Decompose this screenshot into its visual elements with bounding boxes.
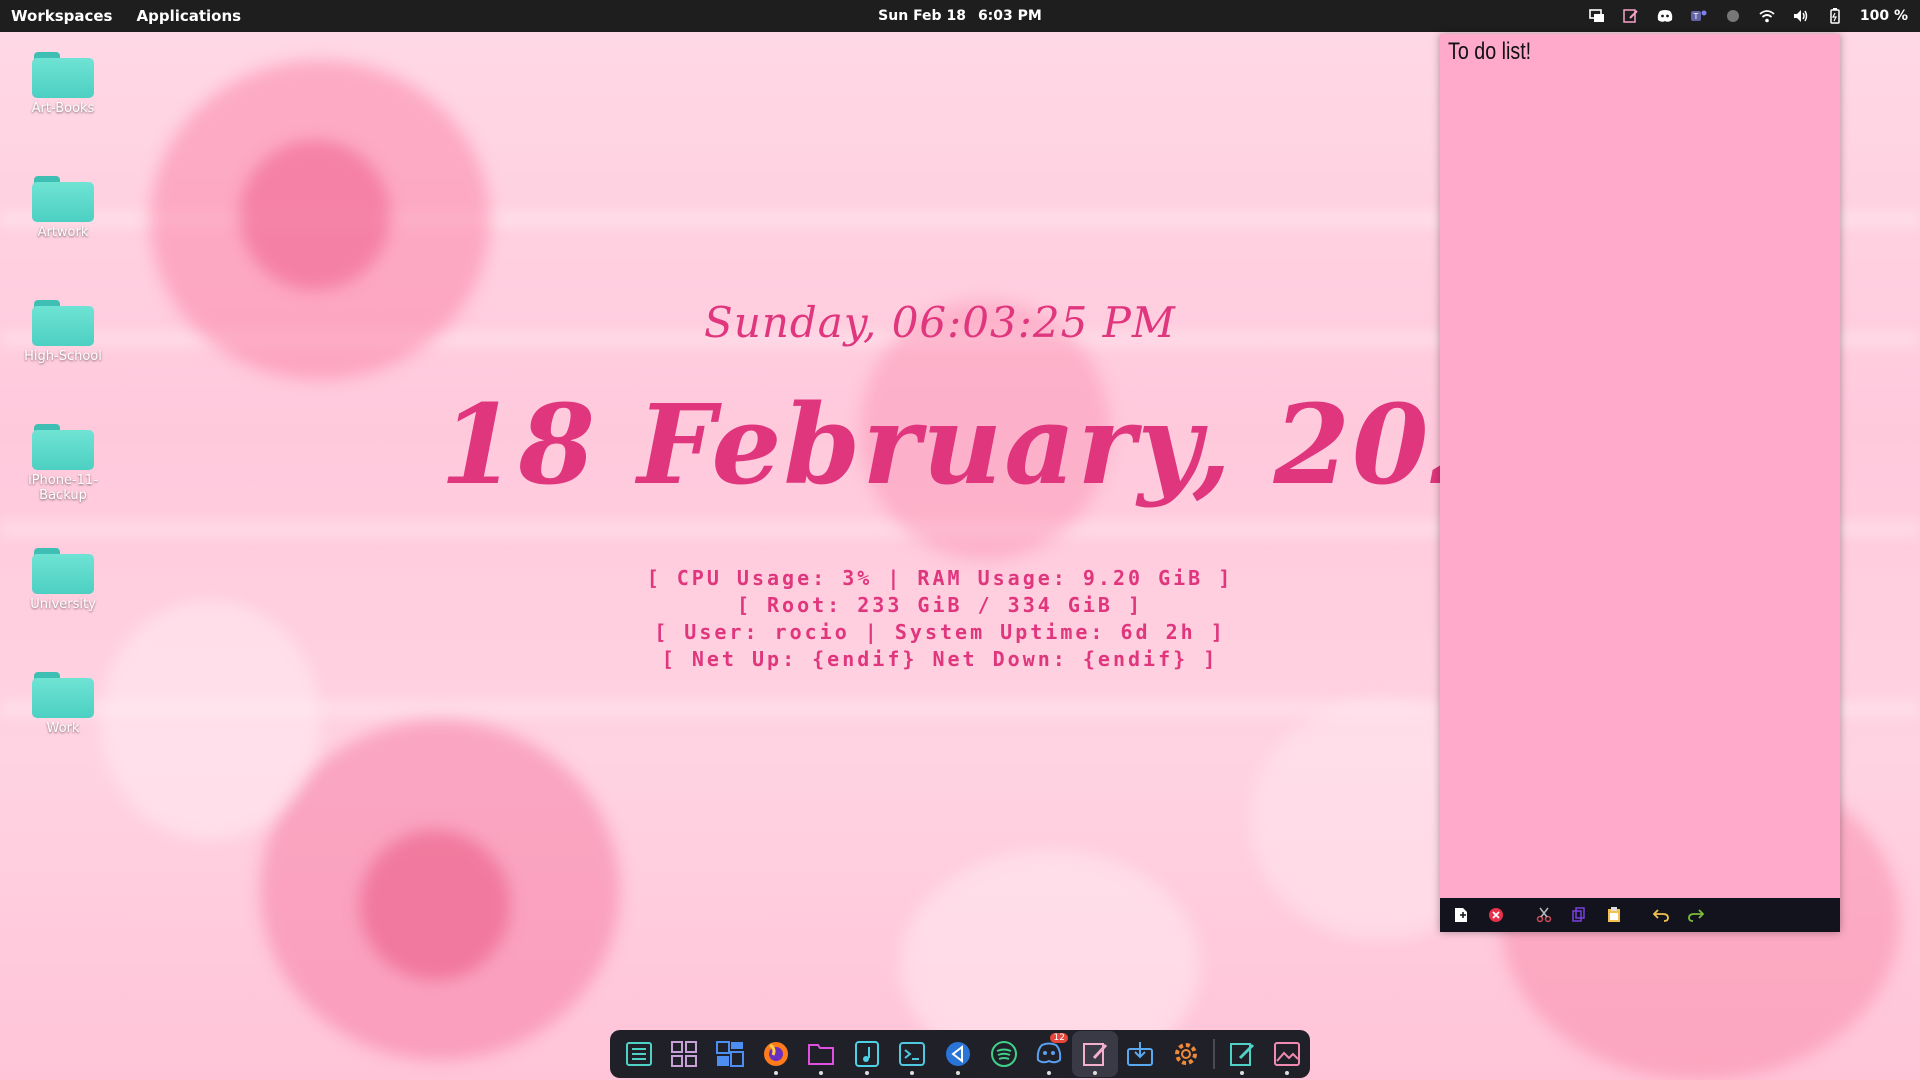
paste-icon[interactable] bbox=[1605, 906, 1623, 924]
firefox-icon[interactable] bbox=[753, 1031, 799, 1077]
redo-icon[interactable] bbox=[1687, 906, 1705, 924]
folder-icon bbox=[32, 424, 94, 470]
discord-icon[interactable]: 12 bbox=[1026, 1031, 1072, 1077]
vscode-icon[interactable] bbox=[935, 1031, 981, 1077]
folder-label: iPhone-11-Backup bbox=[28, 473, 98, 503]
clock-time: 6:03 PM bbox=[977, 8, 1042, 24]
conky-date: 18 February, 2024 bbox=[440, 380, 1588, 509]
teams-icon[interactable]: T bbox=[1690, 7, 1708, 25]
notification-badge: 12 bbox=[1050, 1033, 1068, 1043]
folder-icon bbox=[32, 548, 94, 594]
folder-label: High-School bbox=[24, 349, 102, 364]
folder-icon bbox=[32, 672, 94, 718]
desktop-folder-high-school[interactable]: High-School bbox=[8, 300, 118, 364]
text-editor-icon[interactable] bbox=[1219, 1031, 1265, 1077]
folder-label: Work bbox=[46, 721, 80, 736]
conky-stat-line: [ Net Up: {endif} Net Down: {endif} ] bbox=[661, 647, 1219, 671]
wifi-icon[interactable] bbox=[1758, 7, 1776, 25]
dock: 12 bbox=[610, 1030, 1310, 1078]
note-text[interactable]: To do list! bbox=[1448, 38, 1531, 66]
notes-icon[interactable] bbox=[1622, 7, 1640, 25]
copy-icon[interactable] bbox=[1570, 906, 1588, 924]
conky-stat-line: [ Root: 233 GiB / 334 GiB ] bbox=[736, 593, 1144, 617]
task-list-icon[interactable] bbox=[616, 1031, 662, 1077]
folder-label: Art-Books bbox=[31, 101, 95, 116]
software-install-icon[interactable] bbox=[1118, 1031, 1164, 1077]
folder-label: Artwork bbox=[37, 225, 89, 240]
desktop-folder-work[interactable]: Work bbox=[8, 672, 118, 736]
image-viewer-icon[interactable] bbox=[1264, 1031, 1310, 1077]
conky-time: Sunday, 06:03:25 PM bbox=[704, 298, 1176, 347]
volume-icon[interactable] bbox=[1792, 7, 1810, 25]
notes-icon[interactable] bbox=[1071, 1031, 1118, 1077]
undo-icon[interactable] bbox=[1652, 906, 1670, 924]
discord-icon[interactable] bbox=[1656, 7, 1674, 25]
folder-icon bbox=[32, 52, 94, 98]
spotify-icon[interactable] bbox=[981, 1031, 1027, 1077]
battery-percentage: 100 % bbox=[1859, 8, 1908, 24]
circle-status-icon[interactable] bbox=[1724, 7, 1742, 25]
desktop-folder-art-books[interactable]: Art-Books bbox=[8, 52, 118, 116]
desktop-folder-iphone-backup[interactable]: iPhone-11-Backup bbox=[8, 424, 118, 503]
settings-icon[interactable] bbox=[1163, 1031, 1209, 1077]
workspaces-icon[interactable] bbox=[707, 1031, 753, 1077]
note-toolbar bbox=[1440, 898, 1840, 932]
folder-icon bbox=[32, 176, 94, 222]
desktop-folder-university[interactable]: University bbox=[8, 548, 118, 612]
cut-icon[interactable] bbox=[1535, 906, 1553, 924]
desktop-folder-artwork[interactable]: Artwork bbox=[8, 176, 118, 240]
music-icon[interactable] bbox=[844, 1031, 890, 1077]
svg-text:T: T bbox=[1692, 12, 1698, 21]
screen-share-icon[interactable] bbox=[1588, 7, 1606, 25]
terminal-icon[interactable] bbox=[890, 1031, 936, 1077]
dock-separator bbox=[1212, 1039, 1215, 1069]
conky-stat-line: [ User: rocio | System Uptime: 6d 2h ] bbox=[654, 620, 1226, 644]
folder-icon bbox=[32, 300, 94, 346]
battery-icon[interactable] bbox=[1826, 7, 1844, 25]
clock-date: Sun Feb 18 bbox=[878, 8, 966, 24]
files-icon[interactable] bbox=[798, 1031, 844, 1077]
system-tray: T 100 % bbox=[1588, 0, 1908, 32]
conky-stat-line: [ CPU Usage: 3% | RAM Usage: 9.20 GiB ] bbox=[646, 566, 1234, 590]
sticky-note-window[interactable]: To do list! bbox=[1440, 34, 1840, 932]
conky-stats: [ CPU Usage: 3% | RAM Usage: 9.20 GiB ] … bbox=[440, 565, 1440, 673]
new-note-icon[interactable] bbox=[1452, 906, 1470, 924]
app-grid-icon[interactable] bbox=[662, 1031, 708, 1077]
top-panel: Workspaces Applications Sun Feb 18 6:03 … bbox=[0, 0, 1920, 32]
close-note-icon[interactable] bbox=[1487, 906, 1505, 924]
folder-label: University bbox=[30, 597, 96, 612]
